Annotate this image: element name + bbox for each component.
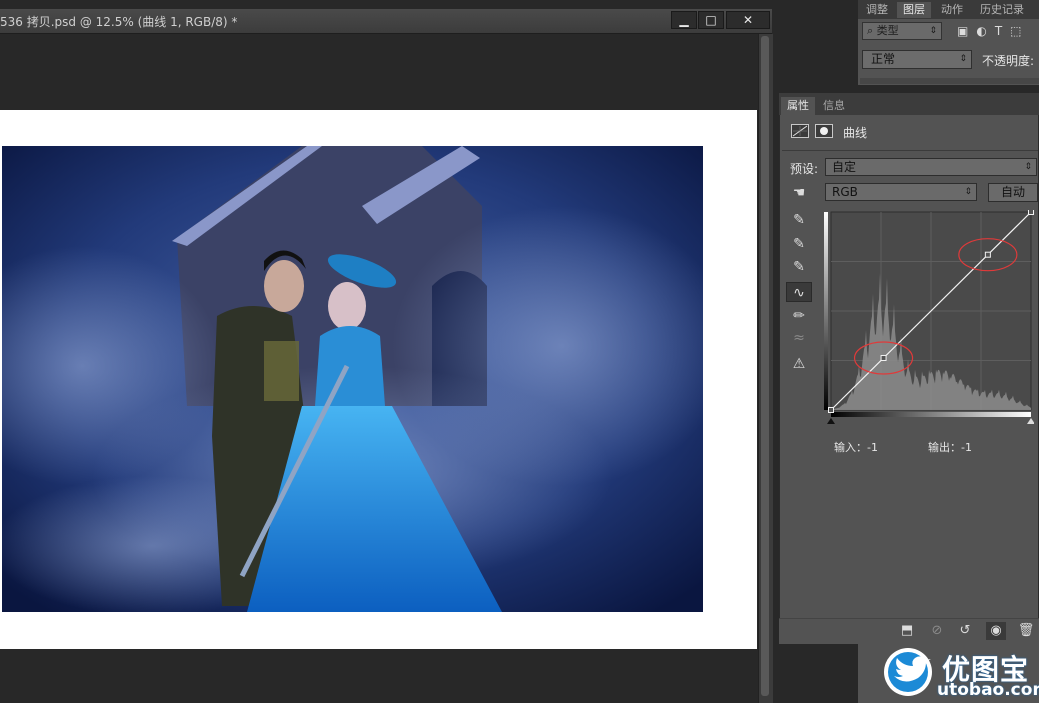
preset-select[interactable]: 自定 ⇕ — [825, 158, 1037, 176]
maximize-button[interactable]: □ — [698, 11, 724, 29]
layer-mask-icon[interactable] — [815, 124, 833, 138]
smooth-icon[interactable]: ≈ — [786, 328, 812, 348]
dock-gutter — [776, 0, 858, 93]
close-button[interactable]: ✕ — [726, 11, 770, 29]
input-gradient-bar — [831, 412, 1031, 417]
curves-adjustment-icon — [791, 124, 809, 138]
photo-couple-in-fog — [2, 146, 703, 612]
curve-control-point[interactable] — [984, 251, 991, 258]
layer-kind-filter[interactable]: ⌕ 类型 ⇕ — [862, 22, 942, 40]
black-eyedropper-icon[interactable]: ✎ — [786, 210, 812, 230]
gray-eyedropper-icon[interactable]: ✎ — [786, 234, 812, 254]
white-eyedropper-icon[interactable]: ✎ — [786, 257, 812, 277]
channel-value: RGB — [832, 185, 858, 199]
hand-target-icon[interactable]: ☚ — [786, 183, 812, 203]
reset-icon[interactable]: ↺ — [955, 622, 975, 640]
tab-layers[interactable]: 图层 — [897, 2, 931, 18]
adjustment-filter-icon[interactable]: ◐ — [976, 24, 994, 38]
tab-actions[interactable]: 动作 — [934, 2, 970, 18]
chevron-updown-icon: ⇕ — [929, 26, 937, 36]
preset-value: 自定 — [832, 160, 857, 174]
output-value: 输出：-1 — [928, 441, 972, 454]
panel-divider — [782, 150, 1038, 151]
document-title: 536 拷贝.psd @ 12.5% (曲线 1, RGB/8) * — [0, 15, 238, 29]
shape-filter-icon[interactable]: ⬚ — [1010, 24, 1029, 38]
channel-select[interactable]: RGB ⇕ — [825, 183, 977, 201]
curve-control-point[interactable] — [880, 354, 887, 361]
type-filter-icon[interactable]: T — [995, 24, 1010, 38]
pencil-icon[interactable]: ✏ — [786, 306, 812, 326]
chevron-updown-icon: ⇕ — [1024, 162, 1032, 172]
scrollbar-thumb[interactable] — [761, 36, 769, 696]
panel-divider — [860, 78, 1039, 84]
chevron-updown-icon: ⇕ — [959, 54, 967, 64]
curves-graph[interactable] — [824, 209, 1035, 428]
curve-point-icon[interactable]: ∿ — [786, 282, 812, 302]
adjustment-title: 曲线 — [843, 126, 868, 140]
tab-properties[interactable]: 属性 — [781, 97, 815, 115]
opacity-label: 不透明度: — [982, 54, 1035, 68]
output-gradient-bar — [824, 212, 828, 410]
visibility-eye-icon[interactable]: ◉ — [986, 622, 1006, 640]
filter-icons: ▣◐T⬚ — [957, 24, 1037, 40]
image-filter-icon[interactable]: ▣ — [957, 24, 976, 38]
curve-control-point[interactable] — [1028, 209, 1034, 215]
blend-mode-label: 正常 — [871, 52, 896, 66]
kind-filter-label: 类型 — [876, 24, 899, 37]
clipping-warning-icon[interactable]: ⚠ — [786, 354, 812, 374]
tab-history[interactable]: 历史记录 — [972, 2, 1032, 18]
document-titlebar[interactable]: 536 拷贝.psd @ 12.5% (曲线 1, RGB/8) * ▁ □ ✕ — [0, 9, 772, 34]
tab-info[interactable]: 信息 — [817, 97, 851, 115]
watermark-url: utobao.com — [937, 680, 1039, 700]
auto-button[interactable]: 自动 — [988, 183, 1038, 202]
blend-mode-select[interactable]: 正常 ⇕ — [862, 50, 972, 69]
preset-label: 预设: — [790, 162, 819, 176]
view-previous-icon[interactable]: ⊘ — [927, 622, 947, 640]
clip-to-layer-icon[interactable]: ⬒ — [897, 622, 917, 640]
dock-gutter-bottom — [779, 644, 859, 703]
tab-adjustments[interactable]: 调整 — [860, 2, 894, 18]
search-icon: ⌕ — [867, 24, 874, 37]
minimize-button[interactable]: ▁ — [671, 11, 697, 29]
chevron-updown-icon: ⇕ — [964, 187, 972, 197]
curve-control-point[interactable] — [828, 407, 834, 413]
trash-icon[interactable]: 🗑 — [1016, 622, 1036, 640]
bird-logo-icon — [882, 646, 938, 698]
input-value: 输入：-1 — [834, 441, 878, 454]
